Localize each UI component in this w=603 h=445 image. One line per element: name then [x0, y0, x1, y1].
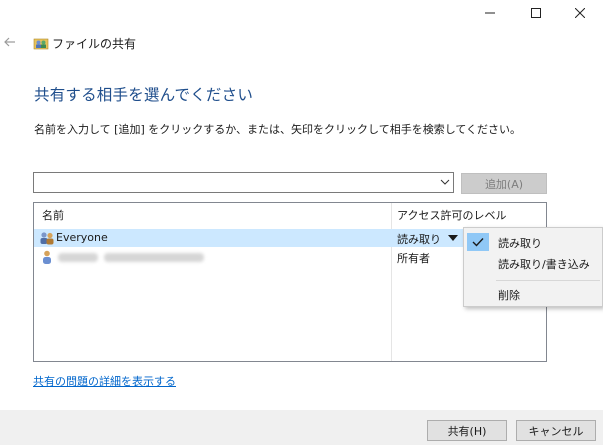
- name-input[interactable]: [37, 175, 433, 190]
- sharing-help-link[interactable]: 共有の問題の詳細を表示する: [33, 373, 176, 389]
- dialog-footer: [0, 410, 603, 445]
- share-button[interactable]: 共有(H): [427, 420, 507, 441]
- file-share-icon: [33, 36, 49, 50]
- column-header-level[interactable]: アクセス許可のレベル: [397, 207, 506, 223]
- instruction-text: 名前を入力して [追加] をクリックするか、または、矢印をクリックして相手を検索…: [34, 123, 522, 136]
- page-heading: 共有する相手を選んでください: [34, 86, 254, 104]
- close-icon: [575, 8, 585, 18]
- maximize-icon: [531, 8, 541, 18]
- add-button[interactable]: 追加(A): [461, 173, 547, 194]
- user-icon: [43, 250, 51, 264]
- permission-level[interactable]: 読み取り: [397, 231, 441, 247]
- close-button[interactable]: [557, 0, 603, 26]
- column-divider: [391, 203, 392, 361]
- group-users-icon: [40, 232, 54, 245]
- maximize-button[interactable]: [513, 0, 559, 26]
- back-arrow-icon[interactable]: [4, 36, 18, 50]
- permission-level: 所有者: [397, 252, 430, 265]
- minimize-icon: [485, 12, 495, 14]
- chevron-down-icon[interactable]: [440, 177, 450, 187]
- checkmark-icon: [467, 233, 489, 251]
- redacted-email: [104, 253, 204, 262]
- menu-item-label: 読み取り/書き込み: [498, 258, 590, 271]
- permission-dropdown-arrow-icon[interactable]: [448, 235, 458, 241]
- menu-item-read-write[interactable]: 読み取り/書き込み: [464, 253, 602, 273]
- menu-item-label: 読み取り: [498, 237, 542, 250]
- menu-item-read[interactable]: 読み取り: [464, 232, 602, 252]
- list-item-name: Everyone: [56, 231, 108, 244]
- menu-item-label: 削除: [498, 289, 520, 302]
- menu-item-remove[interactable]: 削除: [464, 284, 602, 304]
- column-header-name[interactable]: 名前: [42, 207, 64, 223]
- window-title: ファイルの共有: [52, 37, 137, 51]
- minimize-button[interactable]: [467, 0, 513, 26]
- permission-menu: 読み取り 読み取り/書き込み 削除: [463, 227, 603, 307]
- cancel-button[interactable]: キャンセル: [516, 420, 596, 441]
- redacted-name: [58, 253, 98, 262]
- name-combobox[interactable]: [33, 172, 454, 193]
- menu-separator: [496, 280, 600, 281]
